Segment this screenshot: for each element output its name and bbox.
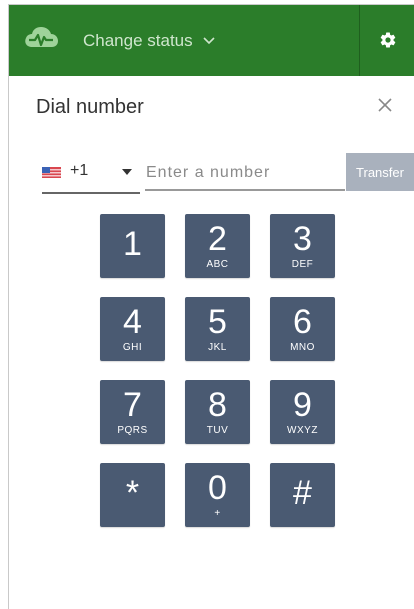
phone-number-input[interactable] <box>145 157 345 191</box>
caret-down-icon <box>122 169 132 175</box>
key-digit: 0 <box>208 469 227 507</box>
transfer-button[interactable]: Transfer <box>346 153 414 191</box>
keypad: 1 2 ABC 3 DEF 4 GHI 5 JKL 6 MNO 7 PQRS 8… <box>100 214 335 527</box>
top-bar: Change status <box>9 5 414 76</box>
key-star[interactable]: * <box>100 463 165 527</box>
close-icon[interactable] <box>375 95 395 115</box>
gear-icon <box>380 32 396 48</box>
key-letters: JKL <box>208 342 227 353</box>
key-digit: 4 <box>123 303 142 341</box>
key-digit: 6 <box>293 303 312 341</box>
key-7[interactable]: 7 PQRS <box>100 380 165 444</box>
key-letters: WXYZ <box>287 425 318 436</box>
key-5[interactable]: 5 JKL <box>185 297 250 361</box>
country-code: +1 <box>70 162 89 179</box>
change-status-button[interactable]: Change status <box>83 28 215 54</box>
key-digit: 8 <box>208 386 227 424</box>
key-digit: 1 <box>123 225 142 263</box>
key-digit: 3 <box>293 220 312 258</box>
key-letters: ABC <box>206 259 229 270</box>
key-digit: 5 <box>208 303 227 341</box>
dialer-panel: Change status Dial number +1 Transf <box>8 4 414 609</box>
page-title: Dial number <box>36 96 144 118</box>
key-letters: TUV <box>206 425 229 436</box>
key-letters: PQRS <box>117 425 148 436</box>
us-flag-icon <box>42 167 61 178</box>
key-digit: # <box>293 474 312 512</box>
brand-logo-icon <box>25 27 58 47</box>
key-hash[interactable]: # <box>270 463 335 527</box>
key-4[interactable]: 4 GHI <box>100 297 165 361</box>
key-digit: * <box>125 474 140 512</box>
key-6[interactable]: 6 MNO <box>270 297 335 361</box>
key-letters: MNO <box>290 342 315 353</box>
key-digit: 2 <box>208 220 227 258</box>
settings-button[interactable] <box>359 5 414 76</box>
key-0[interactable]: 0 + <box>185 463 250 527</box>
key-3[interactable]: 3 DEF <box>270 214 335 278</box>
country-code-select[interactable]: +1 <box>42 160 140 194</box>
key-digit: 7 <box>123 386 142 424</box>
key-letters: DEF <box>291 259 314 270</box>
key-letters: + <box>214 508 221 519</box>
key-letters: GHI <box>122 342 143 353</box>
key-1[interactable]: 1 <box>100 214 165 278</box>
key-2[interactable]: 2 ABC <box>185 214 250 278</box>
change-status-label: Change status <box>83 31 193 50</box>
key-9[interactable]: 9 WXYZ <box>270 380 335 444</box>
key-digit: 9 <box>293 386 312 424</box>
chevron-down-icon <box>203 37 215 45</box>
key-8[interactable]: 8 TUV <box>185 380 250 444</box>
